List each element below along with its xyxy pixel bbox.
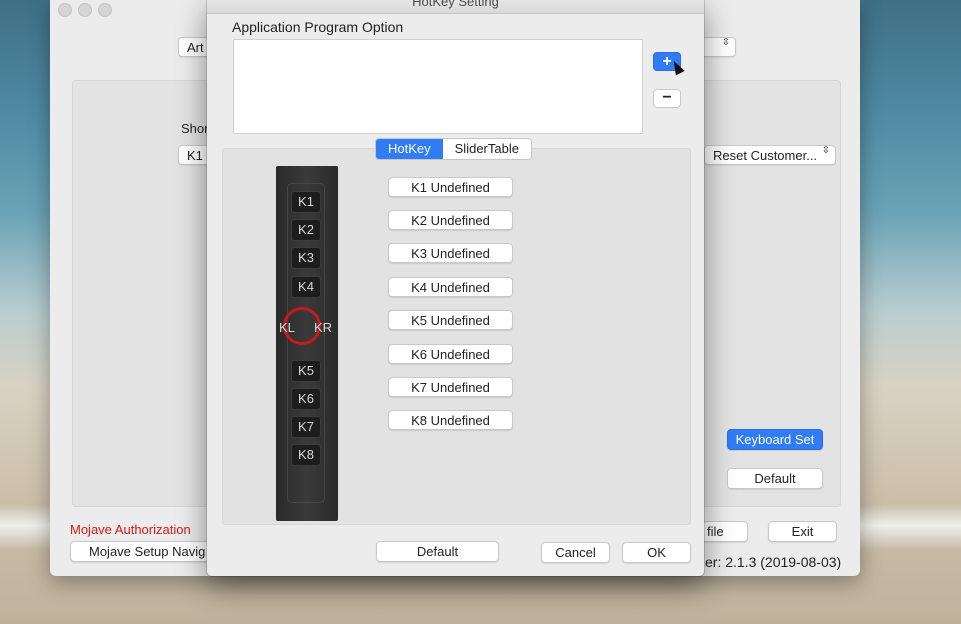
hotkey-k7-button[interactable]: K7 Undefined [388,377,513,397]
application-program-list[interactable] [233,39,643,134]
device-key-k3: K3 [291,247,321,269]
minimize-window-dot[interactable] [78,3,92,17]
updown-chevron-icon: ⇳ [821,145,831,156]
key-select-value: K1 [187,148,203,163]
cancel-button[interactable]: Cancel [541,542,610,563]
device-key-k5: K5 [291,360,321,382]
hotkey-k8-button[interactable]: K8 Undefined [388,410,513,430]
hotkey-k6-button[interactable]: K6 Undefined [388,344,513,364]
device-key-k8: K8 [291,444,321,466]
dial-left-label: KL [279,320,295,335]
device-key-k6: K6 [291,388,321,410]
version-text: er: 2.1.3 (2019-08-03) [705,554,842,570]
reset-customer-popup[interactable]: Reset Customer... ⇳ [704,145,836,165]
ok-button[interactable]: OK [622,542,691,563]
device-key-k1: K1 [291,191,321,213]
hotkey-k5-button[interactable]: K5 Undefined [388,310,513,330]
dialog-default-button[interactable]: Default [376,541,499,562]
tab-hotkey[interactable]: HotKey [376,139,443,159]
reset-customer-value: Reset Customer... [713,148,818,163]
shortcut-label: Shor [181,121,209,136]
tab-slidertable[interactable]: SliderTable [443,139,531,159]
close-window-dot[interactable] [58,3,72,17]
device-key-k4: K4 [291,276,321,298]
background-default-button[interactable]: Default [727,468,823,489]
app-program-label: Application Program Option [232,19,404,35]
exit-button[interactable]: Exit [768,521,837,542]
dialog-titlebar: HotKey Setting [207,0,704,14]
hotkey-setting-dialog: HotKey Setting Application Program Optio… [207,0,704,576]
right-select-popup[interactable]: ⇳ [700,37,736,57]
zoom-window-dot[interactable] [98,3,112,17]
device-key-k2: K2 [291,219,321,241]
mojave-authorization-link[interactable]: Mojave Authorization [70,522,191,537]
device-key-k7: K7 [291,416,321,438]
device-select-value: Art [187,40,204,55]
hotkey-k3-button[interactable]: K3 Undefined [388,243,513,263]
remove-program-button[interactable]: − [653,89,681,108]
hotkey-k4-button[interactable]: K4 Undefined [388,277,513,297]
hotkey-k1-button[interactable]: K1 Undefined [388,177,513,197]
hotkey-k2-button[interactable]: K2 Undefined [388,210,513,230]
tab-control: HotKey SliderTable [375,138,532,160]
updown-chevron-icon: ⇳ [721,37,731,48]
mouse-pointer-icon [669,58,685,76]
mojave-setup-button[interactable]: Mojave Setup Navig [70,541,220,562]
dial-right-label: KR [314,320,333,335]
dialog-title: HotKey Setting [412,0,499,9]
keyboard-set-button[interactable]: Keyboard Set [727,429,823,450]
